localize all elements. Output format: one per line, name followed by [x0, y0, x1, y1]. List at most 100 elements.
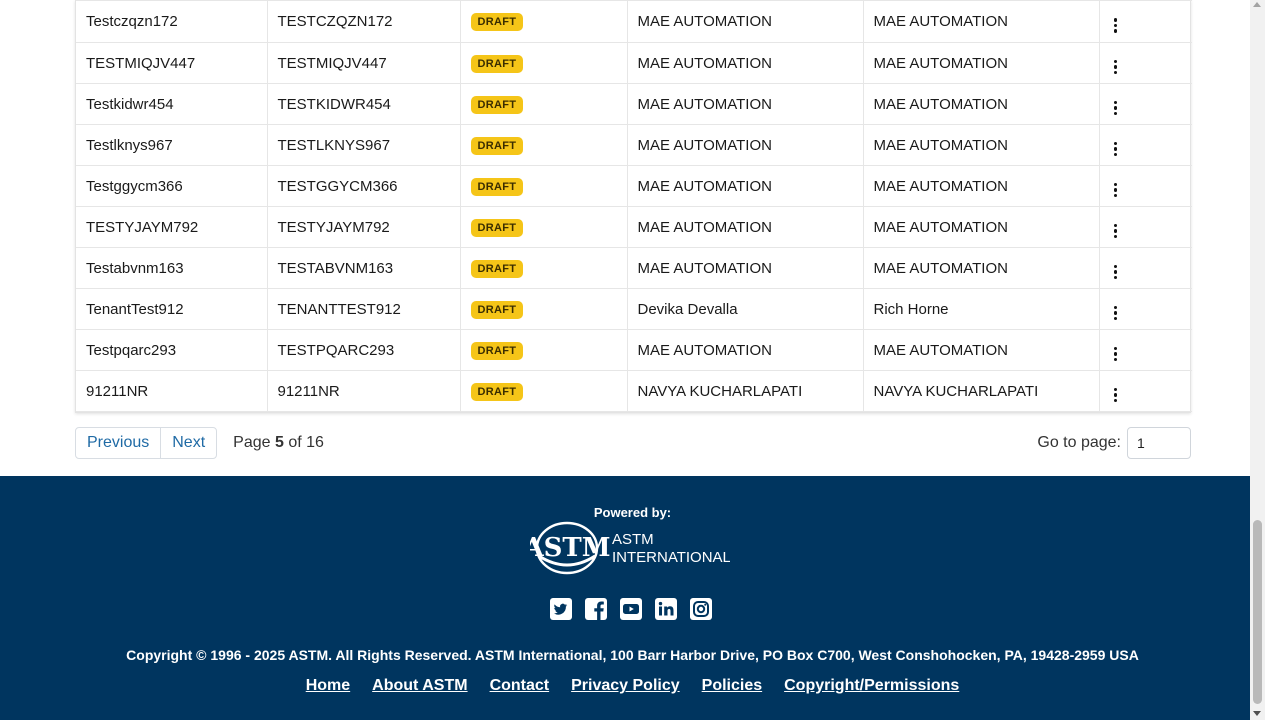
footer-link-policies[interactable]: Policies — [702, 677, 762, 695]
cell-created-by: MAE AUTOMATION — [637, 218, 772, 236]
footer-link-copyright-permissions[interactable]: Copyright/Permissions — [784, 677, 959, 695]
previous-button[interactable]: Previous — [76, 428, 160, 458]
table-cell: MAE AUTOMATION — [627, 83, 864, 125]
data-table: Testczqzn172 TESTCZQZN172 DRAFT MAE AUTOMAT… — [76, 0, 1192, 412]
scroll-up-arrow-icon[interactable] — [1253, 2, 1261, 7]
page-info: Page 5 of 16 — [233, 434, 324, 452]
cell-name: Testabvnm163 — [86, 259, 184, 277]
table-cell: Testczqzn172 — [76, 0, 268, 43]
table-cell: MAE AUTOMATION — [627, 42, 864, 84]
actions-cell — [1099, 288, 1192, 330]
status-badge: DRAFT — [470, 300, 524, 319]
footer-link-privacy-policy[interactable]: Privacy Policy — [571, 677, 680, 695]
page-total: of 16 — [288, 434, 324, 451]
cell-created-by: MAE AUTOMATION — [637, 177, 772, 195]
pagination: Previous Next Page 5 of 16 — [75, 427, 324, 459]
table-cell: DRAFT — [460, 42, 628, 84]
table-cell: 91211NR — [267, 370, 461, 412]
table-row[interactable]: Testggycm366 TESTGGYCM366 DRAFT MAE AUTOMAT… — [76, 165, 1192, 207]
youtube-icon[interactable] — [619, 597, 643, 621]
footer: Powered by: Copyright © 1996 - 2025 ASTM… — [0, 476, 1265, 720]
kebab-menu-icon[interactable] — [1110, 99, 1122, 117]
facebook-icon[interactable] — [584, 597, 608, 621]
table-cell: TESTKIDWR454 — [267, 83, 461, 125]
table-row[interactable]: TESTMIQJV447 TESTMIQJV447 DRAFT MAE AUTOMAT… — [76, 42, 1192, 84]
table-cell: NAVYA KUCHARLAPATI — [627, 370, 864, 412]
table-cell: MAE AUTOMATION — [627, 0, 864, 43]
table-row[interactable]: TESTYJAYM792 TESTYJAYM792 DRAFT MAE AUTOMAT… — [76, 206, 1192, 248]
goto-page: Go to page: — [1037, 427, 1191, 459]
kebab-menu-icon[interactable] — [1110, 345, 1122, 363]
table-cell: NAVYA KUCHARLAPATI — [863, 370, 1100, 412]
table-row[interactable]: 91211NR 91211NR DRAFT NAVYA KUCHARLAPATI NAV… — [76, 370, 1192, 412]
kebab-menu-icon[interactable] — [1110, 304, 1122, 322]
table-cell: DRAFT — [460, 247, 628, 289]
kebab-menu-icon[interactable] — [1110, 386, 1122, 404]
footer-links: Home About ASTM Contact Privacy Policy Polic… — [0, 677, 1265, 695]
footer-link-about-astm[interactable]: About ASTM — [372, 677, 467, 695]
table-cell: MAE AUTOMATION — [627, 124, 864, 166]
status-badge: DRAFT — [470, 136, 524, 155]
table-cell: TESTGGYCM366 — [267, 165, 461, 207]
next-button[interactable]: Next — [160, 428, 216, 458]
table-cell: TESTYJAYM792 — [267, 206, 461, 248]
table-cell: DRAFT — [460, 165, 628, 207]
table-row[interactable]: Testlknys967 TESTLKNYS967 DRAFT MAE AUTOMAT… — [76, 124, 1192, 166]
kebab-menu-icon[interactable] — [1110, 222, 1122, 240]
current-page: 5 — [274, 434, 284, 451]
logo-text-astm: ASTM — [612, 531, 654, 548]
table-cell: MAE AUTOMATION — [627, 329, 864, 371]
table-row[interactable]: Testczqzn172 TESTCZQZN172 DRAFT MAE AUTOMAT… — [76, 0, 1192, 43]
cell-name: Testkidwr454 — [86, 95, 174, 113]
scrollbar-thumb[interactable] — [1253, 520, 1262, 704]
kebab-menu-icon[interactable] — [1110, 16, 1122, 34]
table-cell: MAE AUTOMATION — [627, 165, 864, 207]
kebab-menu-icon[interactable] — [1110, 181, 1122, 199]
status-badge: DRAFT — [470, 13, 524, 31]
footer-link-home[interactable]: Home — [306, 677, 350, 695]
table-cell: MAE AUTOMATION — [863, 247, 1100, 289]
actions-cell — [1099, 83, 1192, 125]
kebab-menu-icon[interactable] — [1110, 140, 1122, 158]
cell-code: TESTCZQZN172 — [277, 13, 393, 30]
pager-buttons: Previous Next — [75, 427, 218, 459]
status-badge: DRAFT — [470, 95, 524, 114]
table-cell: Testggycm366 — [76, 165, 268, 207]
cell-created-by: MAE AUTOMATION — [637, 54, 772, 72]
kebab-menu-icon[interactable] — [1110, 58, 1122, 76]
actions-cell — [1099, 165, 1192, 207]
table-cell: Testkidwr454 — [76, 83, 268, 125]
cell-code: TESTPQARC293 — [277, 341, 395, 359]
scroll-down-arrow-icon[interactable] — [1253, 711, 1261, 716]
cell-created-by: Devika Devalla — [637, 300, 738, 318]
cell-name: Testczqzn172 — [86, 13, 178, 30]
goto-page-input[interactable] — [1127, 427, 1191, 459]
table-row[interactable]: TenantTest912 TENANTTEST912 DRAFT Devika De… — [76, 288, 1192, 330]
cell-owner: MAE AUTOMATION — [873, 259, 1008, 277]
cell-owner: NAVYA KUCHARLAPATI — [873, 382, 1039, 400]
cell-name: TenantTest912 — [86, 300, 184, 318]
linkedin-icon[interactable] — [654, 597, 678, 621]
actions-cell — [1099, 206, 1192, 248]
cell-owner: MAE AUTOMATION — [873, 54, 1008, 72]
cell-name: TESTMIQJV447 — [86, 54, 196, 72]
status-badge: DRAFT — [470, 341, 524, 360]
table-row[interactable]: Testabvnm163 TESTABVNM163 DRAFT MAE AUTOMAT… — [76, 247, 1192, 289]
cell-name: Testggycm366 — [86, 177, 183, 195]
vertical-scrollbar[interactable] — [1250, 0, 1265, 720]
table-cell: MAE AUTOMATION — [863, 0, 1100, 43]
instagram-icon[interactable] — [689, 597, 713, 621]
cell-name: TESTYJAYM792 — [86, 218, 199, 236]
kebab-menu-icon[interactable] — [1110, 263, 1122, 281]
table-cell: DRAFT — [460, 206, 628, 248]
cell-created-by: MAE AUTOMATION — [637, 136, 772, 154]
social-links — [549, 597, 713, 621]
twitter-icon[interactable] — [549, 597, 573, 621]
table-cell: TenantTest912 — [76, 288, 268, 330]
table-cell: Testpqarc293 — [76, 329, 268, 371]
footer-link-contact[interactable]: Contact — [490, 677, 550, 695]
cell-created-by: NAVYA KUCHARLAPATI — [637, 382, 803, 400]
cell-code: TENANTTEST912 — [277, 300, 401, 318]
table-row[interactable]: Testpqarc293 TESTPQARC293 DRAFT MAE AUTOMAT… — [76, 329, 1192, 371]
table-row[interactable]: Testkidwr454 TESTKIDWR454 DRAFT MAE AUTOMAT… — [76, 83, 1192, 125]
